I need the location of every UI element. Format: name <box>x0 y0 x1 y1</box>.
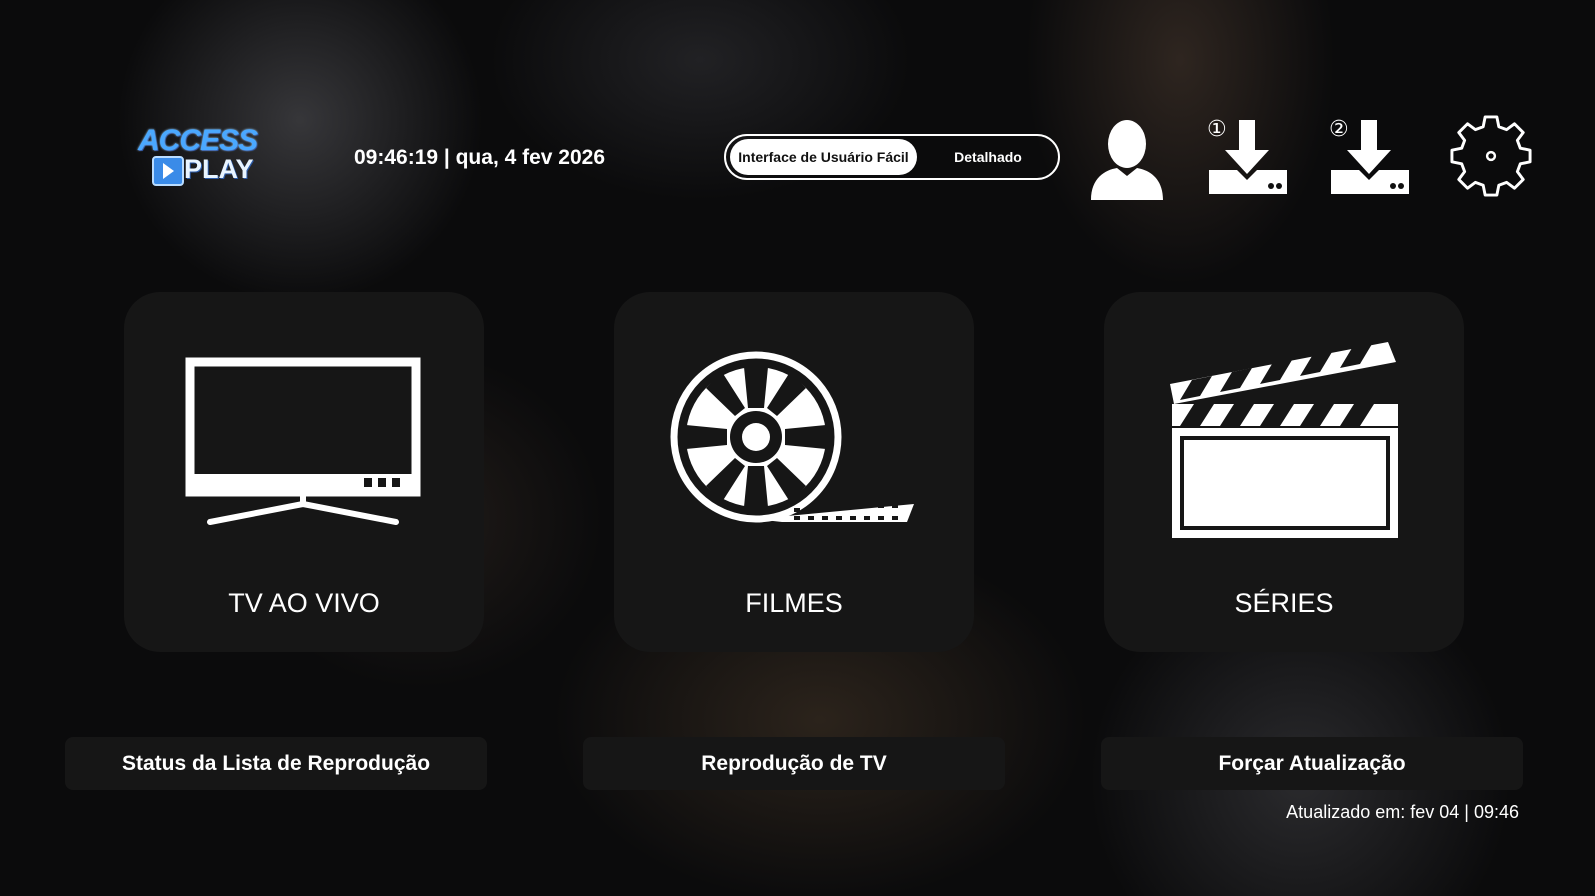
film-reel-icon <box>670 351 914 523</box>
logo-bottom-text: PLAY <box>184 154 254 184</box>
force-update-button[interactable]: Forçar Atualização <box>1101 737 1523 790</box>
tv-playback-button[interactable]: Reprodução de TV <box>583 737 1005 790</box>
top-bar: ACCESS PLAY 09:46:19 | qua, 4 fev 2026 I… <box>0 0 1595 240</box>
live-tv-label: TV AO VIVO <box>228 588 380 618</box>
main-menu-cards: TV AO VIVO FILMES SÉRIES <box>0 292 1595 652</box>
tv-icon <box>185 357 421 525</box>
logo-top-text: ACCESS <box>138 124 258 157</box>
ui-mode-toggle[interactable]: Interface de Usuário Fácil Detalhado <box>724 134 1060 180</box>
clapperboard-icon <box>1170 342 1398 538</box>
ui-mode-detailed-option[interactable]: Detalhado <box>922 139 1054 175</box>
datetime-display: 09:46:19 | qua, 4 fev 2026 <box>354 146 606 169</box>
last-updated-text: Atualizado em: fev 04 | 09:46 <box>1286 802 1519 822</box>
ui-mode-easy-option[interactable]: Interface de Usuário Fácil <box>730 139 917 175</box>
download-2-icon[interactable]: ② <box>1327 116 1411 200</box>
download-1-icon[interactable]: ① <box>1205 116 1289 200</box>
logo-play-icon <box>152 156 184 186</box>
access-play-logo: ACCESS PLAY <box>132 124 262 188</box>
playlist-status-button[interactable]: Status da Lista de Reprodução <box>65 737 487 790</box>
movies-label: FILMES <box>745 588 843 618</box>
gear-icon[interactable] <box>1448 114 1534 198</box>
movies-card[interactable]: FILMES <box>614 292 974 652</box>
series-label: SÉRIES <box>1234 588 1334 618</box>
series-card[interactable]: SÉRIES <box>1104 292 1464 652</box>
download-1-badge: ① <box>1207 117 1227 142</box>
user-icon[interactable] <box>1087 116 1167 200</box>
live-tv-card[interactable]: TV AO VIVO <box>124 292 484 652</box>
download-2-badge: ② <box>1329 117 1349 142</box>
